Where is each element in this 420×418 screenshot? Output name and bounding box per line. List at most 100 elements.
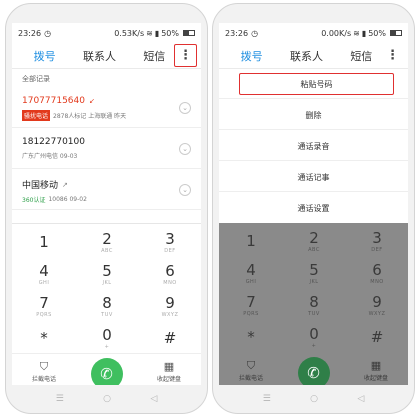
call-log-item[interactable]: 中国移动 ↗ 360认证 10086 09-02 ⌄ <box>12 170 201 210</box>
dialer-bottom-bar: ⛉ 拦截电话 ✆ ▦ 收起键盘 <box>12 353 201 385</box>
call-log-item[interactable]: 18122770100 广东广州电信 09-03 ⌄ <box>12 129 201 169</box>
key-2: 2 ABC <box>308 228 320 253</box>
dial-keypad-dimmed: 1 2 ABC 3 DEF 4 GHI 5 JKL 6 MNO 7 PQRS 8 TUV 9W… <box>219 223 408 353</box>
block-call-button: ⛉ 拦截电话 <box>221 359 281 382</box>
key-1[interactable]: 1 <box>12 226 76 258</box>
call-number: 18122770100 <box>22 137 85 147</box>
keypad-grid-icon: ▦ <box>370 359 382 372</box>
chevron-down-icon[interactable]: ⌄ <box>179 102 191 114</box>
key-0[interactable]: 0 + <box>75 322 139 354</box>
key-6: 6 MNO <box>370 260 384 285</box>
chevron-down-icon[interactable]: ⌄ <box>179 143 191 155</box>
overflow-menu: 粘贴号码 删除 通话录音 通话记事 通话设置 <box>219 69 408 223</box>
key-9: 9 WXYZ <box>368 292 386 317</box>
dialer-screen-menu-open: 23:26 ◷ 0.00K/s ≋ ▮ 50% 拨号 联系人 短信 ⋮ 粘贴号码… <box>219 23 408 385</box>
key-5[interactable]: 5 JKL <box>75 258 139 290</box>
chevron-down-icon[interactable]: ⌄ <box>179 184 191 196</box>
section-header: 全部记录 <box>22 75 50 83</box>
tab-bar: 拨号 联系人 短信 <box>12 43 201 69</box>
status-time: 23:26 <box>18 28 42 38</box>
menu-divider <box>219 191 408 192</box>
menu-item-call-notes[interactable]: 通话记事 <box>219 166 408 188</box>
alarm-icon: ◷ <box>44 28 52 38</box>
key-7[interactable]: 7 PQRS <box>12 290 76 322</box>
hide-keypad-label: 收起键盘 <box>156 376 181 383</box>
right-phone: 23:26 ◷ 0.00K/s ≋ ▮ 50% 拨号 联系人 短信 ⋮ 粘贴号码… <box>212 3 415 414</box>
battery-percent: 50% <box>368 28 386 38</box>
signal-icon: ▮ <box>154 28 160 38</box>
tab-dial[interactable]: 拨号 <box>34 48 56 64</box>
menu-item-paste-number[interactable]: 粘贴号码 <box>239 73 394 95</box>
key-1: 1 <box>246 231 256 250</box>
call-button[interactable]: ✆ <box>90 358 123 385</box>
menu-nav-icon[interactable]: ☰ <box>263 394 271 404</box>
back-nav-icon[interactable]: ◁ <box>357 394 364 404</box>
key-8: 8 TUV <box>308 292 320 317</box>
tab-messages[interactable]: 短信 <box>143 48 165 64</box>
block-call-button[interactable]: ⛉ 拦截电话 <box>14 360 74 383</box>
spam-tag: 骚扰电话 <box>22 110 51 121</box>
call-meta: 广东广州电信 09-03 <box>22 153 78 160</box>
phone-icon: ✆ <box>100 365 113 383</box>
dialer-screen: 23:26 ◷ 0.53K/s ≋ ▮ 50% 拨号 联系人 短信 ⋮ 全部记录… <box>12 23 201 385</box>
home-nav-icon[interactable]: ○ <box>103 394 111 404</box>
key-3: 3 DEF <box>371 228 383 253</box>
shield-phone-icon: ⛉ <box>39 360 49 373</box>
block-call-label: 拦截电话 <box>31 376 56 383</box>
call-log-item[interactable]: 17077715640 ↙ 骚扰电话 2878人标记 上海联通 昨天 ⌄ <box>12 88 201 128</box>
key-9[interactable]: 9 WXYZ <box>138 290 201 322</box>
dialer-bottom-bar-dimmed: ⛉ 拦截电话 ✆ ▦ 收起键盘 <box>219 353 408 385</box>
hide-keypad-label: 收起键盘 <box>363 375 388 382</box>
verified-tag: 360认证 <box>22 197 46 204</box>
key-star: * <box>247 327 255 346</box>
more-vertical-icon[interactable]: ⋮ <box>174 44 197 67</box>
menu-divider <box>219 98 408 99</box>
shield-phone-icon: ⛉ <box>246 359 256 372</box>
key-hash[interactable]: # <box>138 322 201 354</box>
menu-item-call-recording[interactable]: 通话录音 <box>219 135 408 157</box>
home-nav-icon[interactable]: ○ <box>310 394 318 404</box>
phone-icon: ✆ <box>307 364 320 382</box>
battery-icon <box>390 30 402 36</box>
call-button: ✆ <box>297 357 330 385</box>
alarm-icon: ◷ <box>251 28 259 38</box>
battery-percent: 50% <box>161 28 179 38</box>
key-3[interactable]: 3 DEF <box>138 226 201 258</box>
hide-keypad-button[interactable]: ▦ 收起键盘 <box>139 360 199 383</box>
key-7: 7 PQRS <box>243 292 259 317</box>
key-8[interactable]: 8 TUV <box>75 290 139 322</box>
status-bar: 23:26 ◷ 0.00K/s ≋ ▮ 50% <box>219 23 408 43</box>
tab-dial[interactable]: 拨号 <box>241 48 263 64</box>
key-hash: # <box>370 327 384 346</box>
block-call-label: 拦截电话 <box>238 375 263 382</box>
battery-icon <box>183 30 195 36</box>
menu-item-call-settings[interactable]: 通话设置 <box>219 197 408 219</box>
tab-messages[interactable]: 短信 <box>350 48 372 64</box>
missed-call-icon: ↙ <box>89 97 95 105</box>
tab-contacts[interactable]: 联系人 <box>290 48 323 64</box>
key-6[interactable]: 6 MNO <box>138 258 201 290</box>
menu-nav-icon[interactable]: ☰ <box>56 394 64 404</box>
key-star[interactable]: * <box>12 322 76 354</box>
back-nav-icon[interactable]: ◁ <box>150 394 157 404</box>
key-0: 0 + <box>309 324 319 349</box>
key-4[interactable]: 4 GHI <box>12 258 76 290</box>
menu-divider <box>219 160 408 161</box>
call-number: 中国移动 <box>22 181 59 191</box>
signal-icon: ▮ <box>361 28 367 38</box>
key-2[interactable]: 2 ABC <box>75 226 139 258</box>
outgoing-call-icon: ↗ <box>62 180 68 189</box>
more-vertical-icon[interactable]: ⋮ <box>381 44 404 67</box>
key-5: 5 JKL <box>309 260 319 285</box>
hide-keypad-button: ▦ 收起键盘 <box>346 359 406 382</box>
call-meta: 10086 09-02 <box>48 196 87 203</box>
status-bar: 23:26 ◷ 0.53K/s ≋ ▮ 50% <box>12 23 201 43</box>
dial-keypad: 1 2 ABC 3 DEF 4 GHI 5 JKL 6 MNO 7 PQRS 8 TUV 9W… <box>12 223 201 353</box>
menu-item-delete[interactable]: 删除 <box>219 104 408 126</box>
tab-contacts[interactable]: 联系人 <box>83 48 116 64</box>
network-speed: 0.53K/s <box>114 28 145 38</box>
call-number: 17077715640 <box>22 96 85 106</box>
wifi-icon: ≋ <box>353 28 360 38</box>
tab-bar: 拨号 联系人 短信 <box>219 43 408 69</box>
call-meta: 2878人标记 上海联通 昨天 <box>53 113 127 120</box>
